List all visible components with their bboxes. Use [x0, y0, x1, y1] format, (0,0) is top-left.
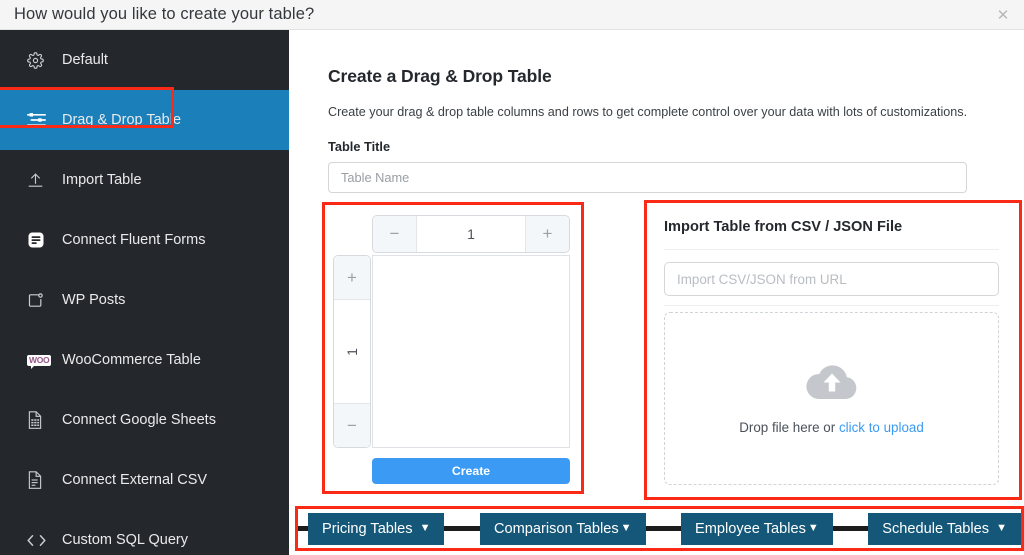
- create-button[interactable]: Create: [372, 458, 570, 484]
- table-templates-row: Pricing Tables ▼ Comparison Tables ▼ Emp…: [298, 509, 1021, 548]
- close-icon[interactable]: ✕: [992, 4, 1014, 26]
- import-csv-json-panel: Import Table from CSV / JSON File Drop f…: [644, 200, 1022, 500]
- divider: [664, 305, 999, 306]
- chevron-down-icon: ▼: [620, 522, 632, 534]
- sidebar-item-label: Connect External CSV: [62, 472, 208, 488]
- sidebar: Default Drag & Drop Table Import Table C…: [0, 30, 289, 555]
- comparison-tables-dropdown[interactable]: Comparison Tables ▼: [479, 512, 646, 545]
- row-count-stepper[interactable]: + 1 −: [333, 255, 371, 448]
- comparison-tables-label: Comparison Tables: [493, 520, 619, 537]
- section-description: Create your drag & drop table columns an…: [328, 105, 968, 119]
- sidebar-item-connect-google-sheets[interactable]: Connect Google Sheets: [0, 390, 289, 450]
- sidebar-item-label: Import Table: [62, 172, 142, 188]
- fluent-forms-icon: [27, 229, 53, 251]
- upload-icon: [27, 169, 53, 191]
- sidebar-item-label: Default: [62, 52, 108, 68]
- row-decrement-button[interactable]: −: [334, 403, 370, 447]
- dropzone-text: Drop file here or click to upload: [739, 420, 924, 435]
- dropzone-label: Drop file here or: [739, 420, 839, 435]
- import-url-input[interactable]: [664, 262, 999, 296]
- sidebar-item-import-table[interactable]: Import Table: [0, 150, 289, 210]
- sidebar-item-custom-sql-query[interactable]: Custom SQL Query: [0, 510, 289, 555]
- gear-icon: [27, 49, 53, 71]
- csv-file-icon: [27, 469, 53, 491]
- column-decrement-button[interactable]: −: [373, 216, 417, 252]
- chevron-down-icon: ▼: [996, 522, 1007, 534]
- column-count-value: 1: [417, 216, 525, 252]
- sidebar-item-label: Custom SQL Query: [62, 532, 188, 548]
- row-count-value: 1: [334, 300, 370, 403]
- row-increment-button[interactable]: +: [334, 256, 370, 300]
- chevron-down-icon: ▼: [807, 522, 819, 534]
- sidebar-item-drag-drop-table[interactable]: Drag & Drop Table: [0, 87, 289, 150]
- sidebar-item-label: Drag & Drop Table: [62, 112, 182, 128]
- code-brackets-icon: [27, 529, 53, 551]
- sidebar-item-woocommerce-table[interactable]: WOO WooCommerce Table: [0, 330, 289, 390]
- click-to-upload-link[interactable]: click to upload: [839, 420, 924, 435]
- page-title-text: How would you like to create your table?: [14, 5, 315, 23]
- drag-drop-builder: − 1 + + 1 − Create: [322, 202, 584, 494]
- sidebar-item-label: Connect Fluent Forms: [62, 232, 206, 248]
- content-header: Create a Drag & Drop Table Create your d…: [289, 30, 1024, 193]
- drag-drop-icon: [27, 109, 53, 131]
- employee-tables-label: Employee Tables: [695, 520, 806, 537]
- table-templates-bar: Pricing Tables ▼ Comparison Tables ▼ Emp…: [295, 506, 1024, 551]
- main-content: Create a Drag & Drop Table Create your d…: [289, 30, 1024, 555]
- import-panel-title: Import Table from CSV / JSON File: [664, 219, 903, 235]
- bar-connector: [298, 526, 308, 531]
- chevron-down-icon: ▼: [419, 522, 431, 534]
- sidebar-item-label: Connect Google Sheets: [62, 412, 216, 428]
- pricing-tables-dropdown[interactable]: Pricing Tables ▼: [308, 512, 445, 545]
- modal-title-bar: How would you like to create your table?…: [0, 0, 1024, 30]
- table-title-input[interactable]: [328, 162, 967, 193]
- sidebar-item-connect-external-csv[interactable]: Connect External CSV: [0, 450, 289, 510]
- google-sheets-icon: [27, 409, 53, 431]
- divider: [664, 249, 999, 250]
- woocommerce-icon: WOO: [27, 354, 52, 369]
- sidebar-item-connect-fluent-forms[interactable]: Connect Fluent Forms: [0, 210, 289, 270]
- sidebar-item-wp-posts[interactable]: WP Posts: [0, 270, 289, 330]
- pricing-tables-label: Pricing Tables: [322, 520, 413, 537]
- sidebar-item-default[interactable]: Default: [0, 30, 289, 90]
- cloud-upload-icon: [803, 362, 861, 409]
- sidebar-item-label: WP Posts: [62, 292, 126, 308]
- section-title: Create a Drag & Drop Table: [328, 66, 552, 86]
- file-dropzone[interactable]: Drop file here or click to upload: [664, 312, 999, 485]
- schedule-tables-label: Schedule Tables: [882, 520, 990, 537]
- table-grid-canvas[interactable]: [372, 255, 570, 448]
- bar-connector: [832, 526, 869, 531]
- bar-connector: [444, 526, 480, 531]
- bar-connector: [645, 526, 681, 531]
- employee-tables-dropdown[interactable]: Employee Tables ▼: [681, 512, 833, 545]
- column-increment-button[interactable]: +: [525, 216, 569, 252]
- table-title-label: Table Title: [328, 139, 391, 154]
- schedule-tables-dropdown[interactable]: Schedule Tables ▼: [868, 512, 1021, 545]
- column-count-stepper[interactable]: − 1 +: [372, 215, 570, 253]
- sidebar-item-label: WooCommerce Table: [62, 352, 201, 368]
- wp-posts-icon: [27, 289, 53, 311]
